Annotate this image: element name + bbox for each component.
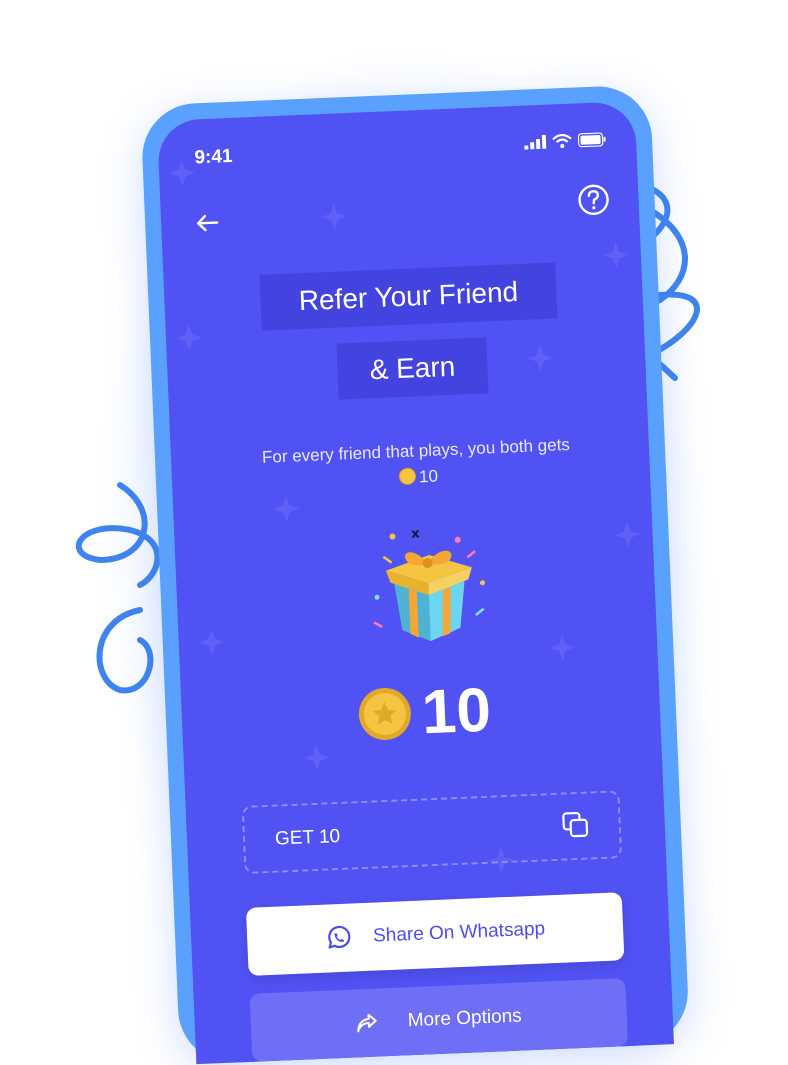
gift-box-icon bbox=[373, 529, 486, 641]
arrow-left-icon[interactable] bbox=[191, 206, 224, 239]
subtitle-reward: 10 bbox=[418, 466, 439, 487]
sparkle-icon bbox=[198, 629, 225, 656]
copy-icon[interactable] bbox=[560, 809, 591, 840]
sparkle-icon bbox=[169, 159, 196, 186]
sparkle-icon bbox=[602, 241, 629, 268]
more-options-label: More Options bbox=[407, 1005, 523, 1032]
wifi-icon bbox=[552, 133, 572, 149]
share-whatsapp-label: Share On Whatsapp bbox=[372, 918, 546, 947]
sparkle-icon bbox=[549, 634, 576, 661]
whatsapp-icon bbox=[328, 925, 351, 949]
share-whatsapp-button[interactable]: Share On Whatsapp bbox=[245, 892, 625, 976]
sparkle-icon bbox=[273, 495, 300, 522]
more-options-button[interactable]: More Options bbox=[249, 978, 629, 1062]
status-bar: 9:41 bbox=[194, 130, 607, 171]
subtitle-text: For every friend that plays, you both ge… bbox=[261, 434, 571, 467]
battery-icon bbox=[577, 132, 606, 148]
status-time: 9:41 bbox=[194, 145, 233, 169]
sparkle-icon bbox=[321, 203, 348, 230]
question-circle-icon[interactable] bbox=[576, 182, 611, 217]
phone-mockup: 9:41 Refer Your Friend & Earn For every … bbox=[140, 84, 690, 1065]
sparkle-icon bbox=[175, 324, 202, 351]
sparkle-icon bbox=[614, 521, 641, 548]
coin-icon bbox=[398, 467, 417, 486]
share-icon bbox=[357, 1013, 377, 1033]
referral-code-box[interactable]: GET 10 bbox=[241, 790, 623, 874]
signal-icon bbox=[524, 134, 547, 150]
status-icons bbox=[524, 132, 607, 150]
page-title-line2: & Earn bbox=[336, 337, 489, 400]
subtitle: For every friend that plays, you both ge… bbox=[251, 432, 583, 498]
app-screen: 9:41 Refer Your Friend & Earn For every … bbox=[156, 100, 674, 1065]
coin-icon bbox=[358, 687, 411, 740]
reward-amount-value: 10 bbox=[420, 675, 493, 747]
share-whatsapp-content: Share On Whatsapp bbox=[246, 892, 625, 976]
page-title-line1: Refer Your Friend bbox=[259, 262, 558, 331]
sparkle-icon bbox=[527, 345, 554, 372]
more-options-content: More Options bbox=[250, 978, 629, 1062]
sparkle-icon bbox=[303, 744, 330, 771]
referral-code: GET 10 bbox=[274, 825, 341, 850]
reward-amount: 10 bbox=[357, 675, 492, 747]
